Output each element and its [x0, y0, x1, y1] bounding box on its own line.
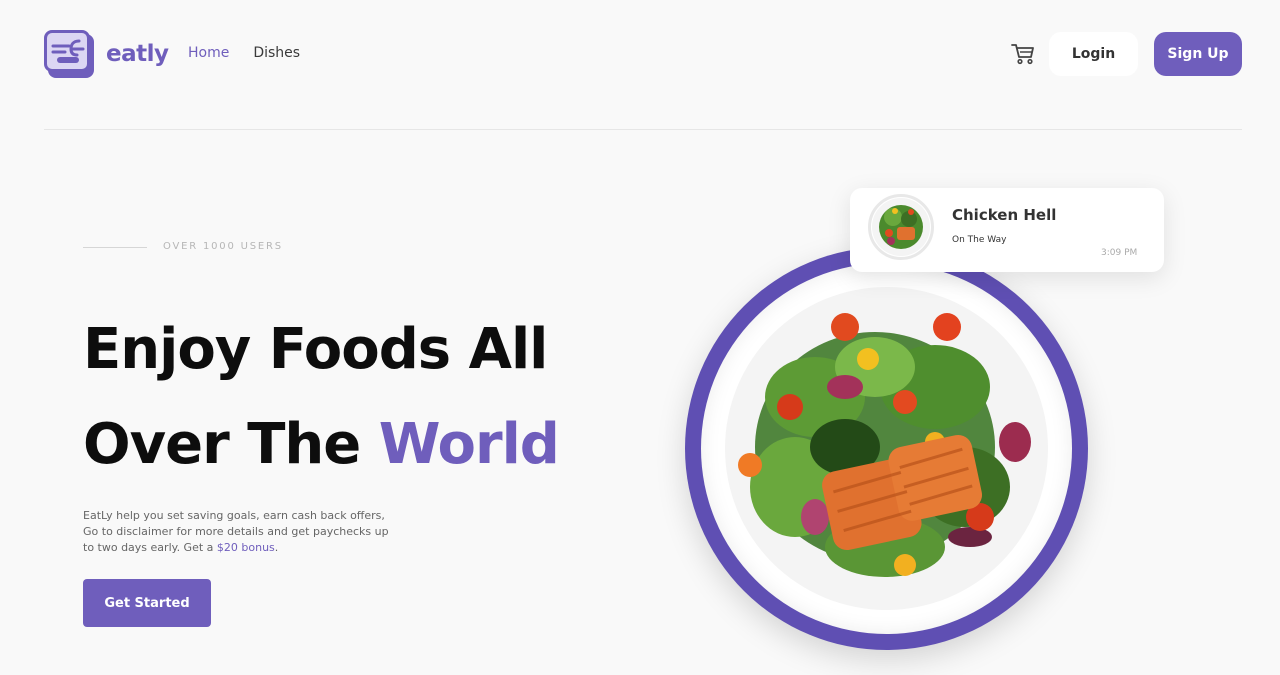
- signup-button[interactable]: Sign Up: [1154, 32, 1242, 76]
- main-nav: Home Dishes: [188, 45, 300, 61]
- header-divider: [44, 129, 1242, 130]
- hero-headline: Enjoy Foods All Over The World: [83, 302, 560, 492]
- get-started-button[interactable]: Get Started: [83, 579, 211, 627]
- login-button[interactable]: Login: [1049, 32, 1138, 76]
- order-dish-thumbnail: [868, 194, 934, 260]
- logo-mark-icon: [44, 30, 94, 78]
- headline-line-1: Enjoy Foods All: [83, 317, 548, 382]
- hero-plate-image: [685, 247, 1088, 650]
- headline-accent-word: World: [378, 412, 560, 477]
- landing-page: eatly Home Dishes Login Sign Up OVER 100…: [0, 0, 1280, 675]
- bonus-link[interactable]: $20 bonus: [217, 541, 275, 554]
- order-status-text: On The Way: [952, 235, 1007, 245]
- users-count-label: OVER 1000 USERS: [163, 241, 283, 252]
- order-dish-title: Chicken Hell: [952, 206, 1057, 224]
- order-timestamp: 3:09 PM: [1101, 248, 1138, 258]
- headline-line-2-prefix: Over The: [83, 412, 379, 477]
- cart-icon[interactable]: [1011, 43, 1035, 65]
- nav-home-link[interactable]: Home: [188, 45, 229, 61]
- hero-description: EatLy help you set saving goals, earn ca…: [83, 508, 403, 556]
- brand-name: eatly: [106, 41, 169, 67]
- description-end: .: [274, 541, 279, 554]
- order-status-card[interactable]: Chicken Hell On The Way 3:09 PM: [850, 188, 1164, 272]
- nav-dishes-link[interactable]: Dishes: [253, 45, 300, 61]
- logo[interactable]: eatly: [44, 30, 169, 78]
- users-line-divider: [83, 247, 147, 248]
